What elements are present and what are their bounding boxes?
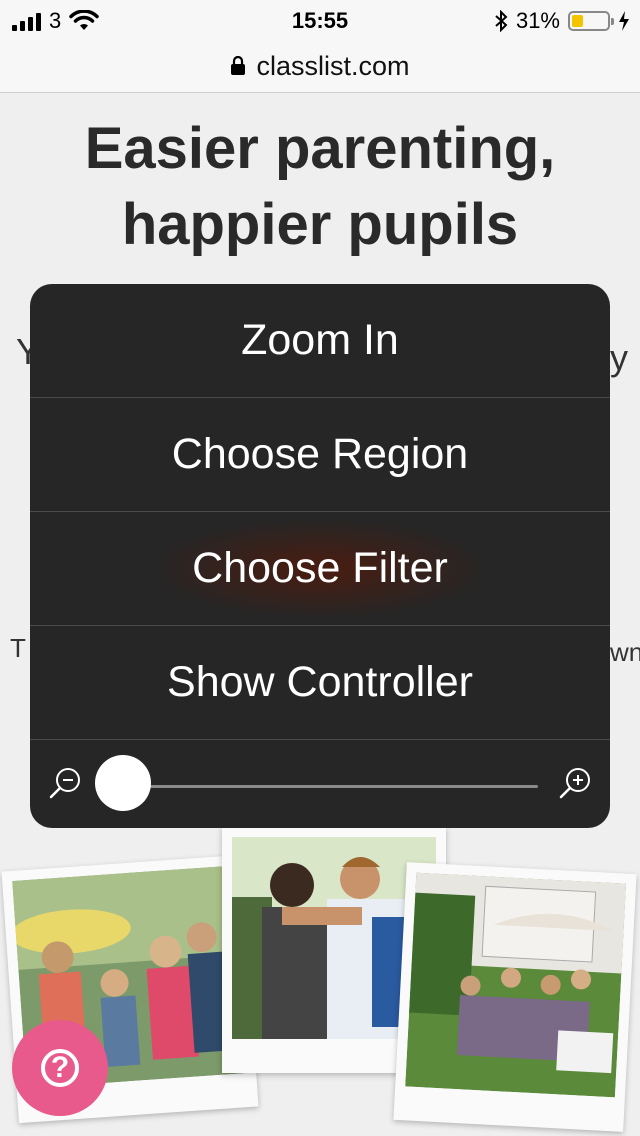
obscured-text-right-2: wn <box>610 637 640 667</box>
headline-line-1: Easier parenting, <box>84 116 556 181</box>
lock-icon <box>231 56 246 75</box>
charging-icon <box>619 11 629 31</box>
help-button[interactable]: ? <box>12 1020 108 1116</box>
show-controller-option[interactable]: Show Controller <box>30 626 610 740</box>
garden-party-photo <box>393 862 637 1132</box>
status-right: 31% <box>494 8 630 34</box>
battery-percent: 31% <box>515 8 560 33</box>
question-icon: ? <box>41 1049 79 1087</box>
page-headline: Easier parenting, happier pupils <box>0 111 640 263</box>
obscured-text-right: y <box>610 337 628 378</box>
zoom-slider-knob[interactable] <box>95 755 151 811</box>
garden-party-photo-image <box>405 872 627 1098</box>
show-controller-label: Show Controller <box>167 658 473 706</box>
zoom-in-label: Zoom In <box>241 316 399 364</box>
choose-region-label: Choose Region <box>171 430 469 478</box>
zoom-menu: Zoom In Choose Region Choose Filter Show… <box>30 284 610 828</box>
obscured-text-left-2: T <box>10 633 26 663</box>
status-bar: 3 15:55 31% <box>0 0 640 40</box>
zoom-slider-row <box>30 740 610 828</box>
battery-icon <box>568 11 614 31</box>
choose-region-option[interactable]: Choose Region <box>30 398 610 512</box>
zoom-in-option[interactable]: Zoom In <box>30 284 610 398</box>
zoom-slider-track[interactable] <box>150 785 538 788</box>
headline-line-2: happier pupils <box>121 192 519 257</box>
address-bar[interactable]: classlist.com <box>0 40 640 93</box>
choose-filter-label: Choose Filter <box>192 544 448 592</box>
url-text: classlist.com <box>256 50 410 81</box>
bluetooth-icon <box>495 10 508 32</box>
choose-filter-option[interactable]: Choose Filter <box>30 512 610 626</box>
zoom-out-icon <box>49 768 80 799</box>
zoom-in-icon <box>559 768 590 799</box>
